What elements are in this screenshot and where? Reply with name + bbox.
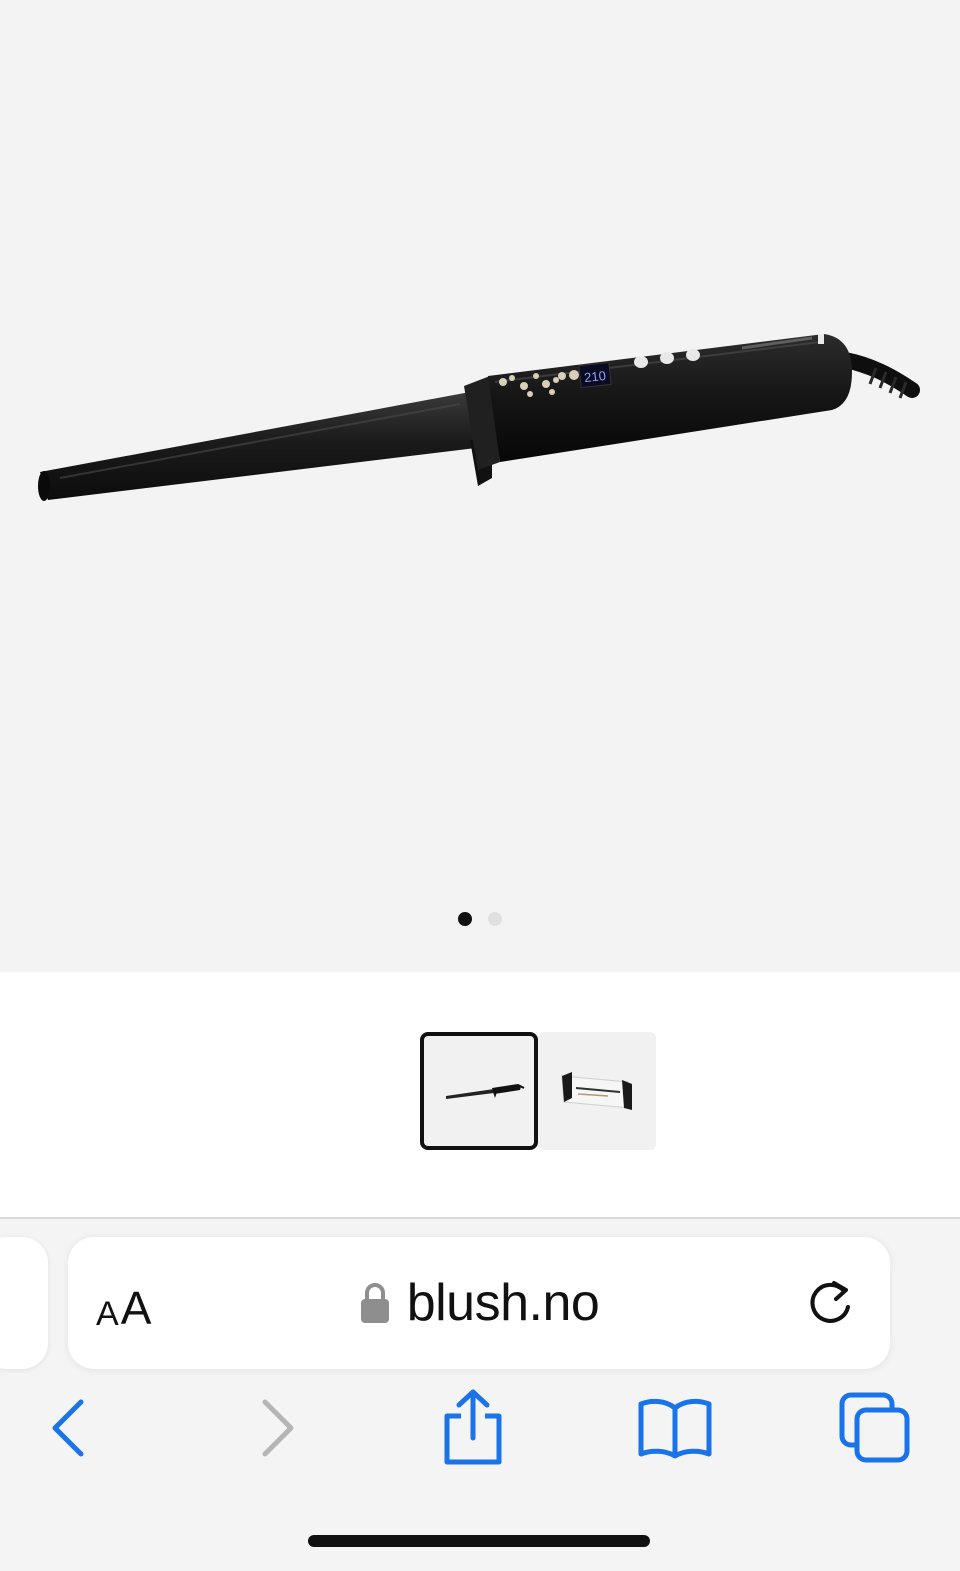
tabs-button[interactable]: [830, 1385, 920, 1471]
reload-icon[interactable]: [800, 1273, 860, 1333]
chevron-left-icon: [52, 1399, 84, 1457]
share-icon: [444, 1389, 502, 1465]
browser-bottom-bar: A A blush.no: [0, 1219, 960, 1571]
url-display[interactable]: blush.no: [68, 1237, 890, 1369]
address-bar[interactable]: A A blush.no: [68, 1237, 890, 1369]
bookmarks-button[interactable]: [630, 1385, 720, 1471]
gallery-dot-1[interactable]: [458, 912, 472, 926]
packaging-box-thumbnail: [561, 1072, 632, 1110]
curling-wand-image: 210: [38, 334, 920, 501]
product-image-gallery[interactable]: 210: [0, 0, 960, 972]
forward-button[interactable]: [232, 1385, 322, 1471]
gallery-dot-2[interactable]: [488, 912, 502, 926]
chevron-right-icon: [262, 1399, 294, 1457]
thumbnail-curling-wand[interactable]: [420, 1032, 538, 1150]
thumbnail-packaging[interactable]: [538, 1032, 656, 1150]
back-button[interactable]: [24, 1385, 114, 1471]
share-button[interactable]: [428, 1385, 518, 1471]
tabs-icon: [839, 1392, 910, 1463]
svg-text:210: 210: [583, 368, 606, 385]
curling-wand-thumbnail: [446, 1084, 525, 1099]
browser-toolbar: [0, 1379, 960, 1479]
previous-tab-preview[interactable]: [0, 1237, 48, 1369]
gallery-page-dots[interactable]: [0, 912, 960, 932]
thumbnail-strip: [0, 972, 960, 1218]
lock-icon: [360, 1283, 389, 1323]
home-indicator[interactable]: [308, 1535, 650, 1547]
browser-page: 210 A A blush.no: [0, 0, 960, 1571]
url-text: blush.no: [406, 1274, 600, 1332]
book-icon: [638, 1398, 712, 1459]
